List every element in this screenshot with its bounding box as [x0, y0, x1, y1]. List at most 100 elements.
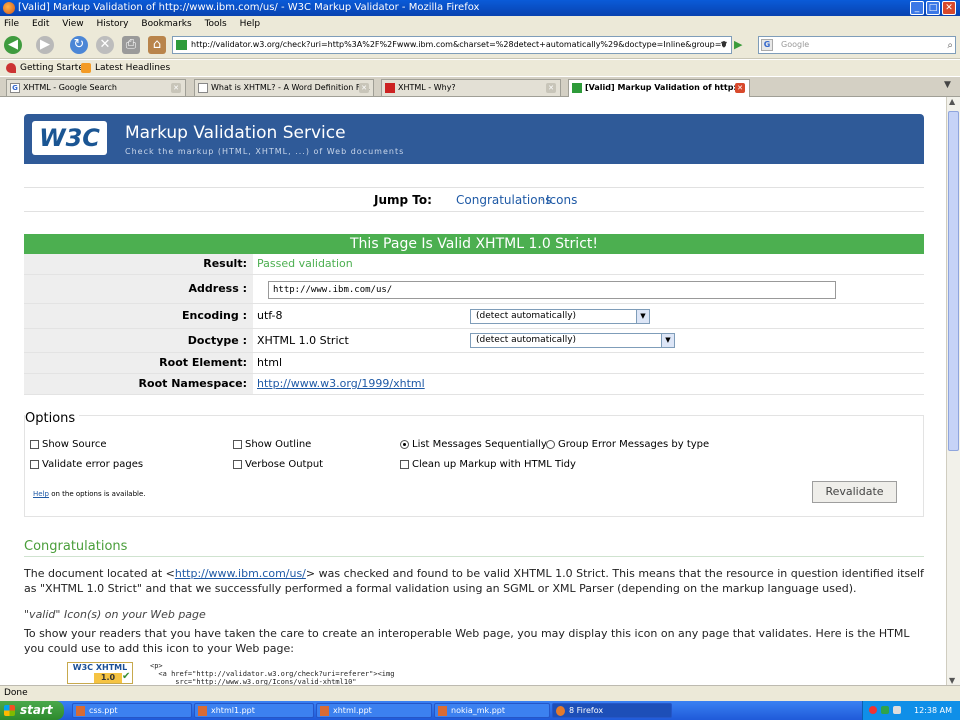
menu-edit[interactable]: Edit — [32, 19, 49, 29]
root-element-value: html — [257, 356, 283, 369]
back-icon[interactable]: ◀ — [4, 36, 22, 54]
go-icon[interactable]: ▶ — [734, 38, 748, 52]
menu-bar: File Edit View History Bookmarks Tools H… — [0, 16, 960, 32]
tab-valid-markup[interactable]: [Valid] Markup Validation of http:... ✕ — [568, 79, 750, 98]
menu-tools[interactable]: Tools — [205, 19, 227, 29]
tab-what-is-xhtml[interactable]: What is XHTML? - A Word Definition Fr...… — [194, 79, 374, 96]
help-link[interactable]: Help — [33, 490, 49, 498]
task-label: xhtml1.ppt — [211, 706, 255, 715]
checkbox-label: Verbose Output — [245, 459, 324, 470]
task-firefox-group[interactable]: 8 Firefox — [552, 703, 672, 718]
scroll-down-icon[interactable]: ▼ — [949, 676, 955, 685]
tab-google-search[interactable]: G XHTML - Google Search ✕ — [6, 79, 186, 96]
minimize-button[interactable]: _ — [910, 1, 924, 15]
group-errors-radio[interactable]: Group Error Messages by type — [546, 439, 709, 451]
doctype-row: Doctype : XHTML 1.0 Strict (detect autom… — [24, 329, 924, 353]
congratulations-heading: Congratulations — [24, 539, 128, 554]
verbose-output-checkbox[interactable]: Verbose Output — [233, 459, 323, 471]
w3c-logo[interactable]: W3C — [32, 121, 107, 155]
menu-file[interactable]: File — [4, 19, 19, 29]
reload-icon[interactable]: ↻ — [70, 36, 88, 54]
address-input-value: http://www.ibm.com/us/ — [273, 285, 393, 295]
tab-bar: G XHTML - Google Search ✕ What is XHTML?… — [0, 77, 960, 98]
tray-icon[interactable] — [881, 706, 889, 714]
tab-close-icon[interactable]: ✕ — [171, 83, 181, 93]
page-icon — [198, 83, 208, 93]
print-icon[interactable]: ⎙ — [122, 36, 140, 54]
rss-icon — [81, 63, 91, 73]
tidy-checkbox[interactable]: Clean up Markup with HTML Tidy — [400, 459, 576, 471]
result-value: Passed validation — [257, 257, 353, 270]
tab-list-icon[interactable]: ▼ — [944, 80, 951, 90]
task-nokia-ppt[interactable]: nokia_mk.ppt — [434, 703, 550, 718]
tab-close-icon[interactable]: ✕ — [359, 83, 369, 93]
powerpoint-icon — [76, 706, 85, 716]
bookmark-latest-headlines[interactable]: Latest Headlines — [95, 60, 170, 76]
menu-view[interactable]: View — [62, 19, 83, 29]
root-namespace-label: Root Namespace: — [24, 374, 253, 394]
doctype-label: Doctype : — [24, 329, 253, 352]
stop-icon[interactable]: ✕ — [96, 36, 114, 54]
scrollbar-thumb[interactable] — [948, 111, 959, 451]
encoding-label: Encoding : — [24, 304, 253, 328]
root-namespace-link[interactable]: http://www.w3.org/1999/xhtml — [257, 374, 425, 394]
encoding-select[interactable]: (detect automatically) ▼ — [470, 309, 650, 324]
bookmark-getting-started[interactable]: Getting Started — [20, 60, 90, 76]
menu-help[interactable]: Help — [240, 19, 261, 29]
show-outline-checkbox[interactable]: Show Outline — [233, 439, 311, 451]
search-placeholder: Google — [781, 40, 810, 49]
start-button[interactable]: start — [0, 701, 64, 720]
jump-icons-link[interactable]: Icons — [546, 188, 577, 212]
search-icon[interactable]: ⌕ — [947, 38, 953, 54]
root-namespace-row: Root Namespace: http://www.w3.org/1999/x… — [24, 374, 924, 395]
google-icon: G — [10, 83, 20, 93]
show-source-checkbox[interactable]: Show Source — [30, 439, 107, 451]
close-button[interactable]: ✕ — [942, 1, 956, 15]
task-xhtml1-ppt[interactable]: xhtml1.ppt — [194, 703, 314, 718]
address-bar[interactable]: http://validator.w3.org/check?uri=http%3… — [172, 36, 732, 54]
page-scrollbar[interactable]: ▲ ▼ — [946, 97, 960, 685]
tray-icon[interactable] — [869, 706, 877, 714]
checkbox-icon — [233, 460, 242, 469]
forward-icon[interactable]: ▶ — [36, 36, 54, 54]
doctype-select[interactable]: (detect automatically) ▼ — [470, 333, 675, 348]
task-label: 8 Firefox — [569, 706, 604, 715]
address-input[interactable]: http://www.ibm.com/us/ — [268, 281, 836, 299]
encoding-select-value: (detect automatically) — [476, 311, 577, 321]
validate-error-pages-checkbox[interactable]: Validate error pages — [30, 459, 143, 471]
powerpoint-icon — [438, 706, 447, 716]
maximize-button[interactable]: □ — [926, 1, 940, 15]
home-icon[interactable]: ⌂ — [148, 36, 166, 54]
service-title: Markup Validation Service — [125, 123, 346, 143]
list-sequential-radio[interactable]: List Messages Sequentially — [400, 439, 547, 451]
scroll-up-icon[interactable]: ▲ — [949, 97, 955, 106]
url-dropdown-icon[interactable]: ▼ — [718, 38, 730, 52]
window-title-bar: [Valid] Markup Validation of http://www.… — [0, 0, 960, 16]
site-favicon — [176, 40, 187, 50]
encoding-value: utf-8 — [257, 309, 283, 322]
menu-bookmarks[interactable]: Bookmarks — [141, 19, 191, 29]
search-box[interactable]: G Google ⌕ — [758, 36, 956, 54]
checkbox-icon — [233, 440, 242, 449]
checkbox-icon — [30, 440, 39, 449]
task-xhtml-ppt[interactable]: xhtml.ppt — [316, 703, 432, 718]
volume-icon[interactable] — [893, 706, 901, 714]
search-engine-icon[interactable]: G — [761, 39, 773, 51]
document-url-link[interactable]: http://www.ibm.com/us/ — [175, 567, 306, 580]
tab-close-icon[interactable]: ✕ — [735, 83, 745, 93]
badge-code-snippet: <p> <a href="http://validator.w3.org/che… — [150, 662, 395, 685]
system-tray: 12:38 AM — [862, 701, 960, 720]
status-bar: Done — [0, 685, 960, 701]
help-note: Help on the options is available. — [33, 490, 146, 498]
tab-label: XHTML - Google Search — [23, 83, 117, 92]
task-css-ppt[interactable]: css.ppt — [72, 703, 192, 718]
address-bar-url: http://validator.w3.org/check?uri=http%3… — [191, 40, 727, 49]
jump-congratulations-link[interactable]: Congratulations — [456, 188, 551, 212]
service-subtitle: Check the markup (HTML, XHTML, ...) of W… — [125, 147, 405, 156]
checkbox-label: Show Outline — [245, 439, 312, 450]
page-viewport: W3C Markup Validation Service Check the … — [0, 97, 946, 685]
tab-close-icon[interactable]: ✕ — [546, 83, 556, 93]
tab-xhtml-why[interactable]: XHTML - Why? ✕ — [381, 79, 561, 96]
menu-history[interactable]: History — [96, 19, 128, 29]
revalidate-button[interactable]: Revalidate — [812, 481, 897, 503]
